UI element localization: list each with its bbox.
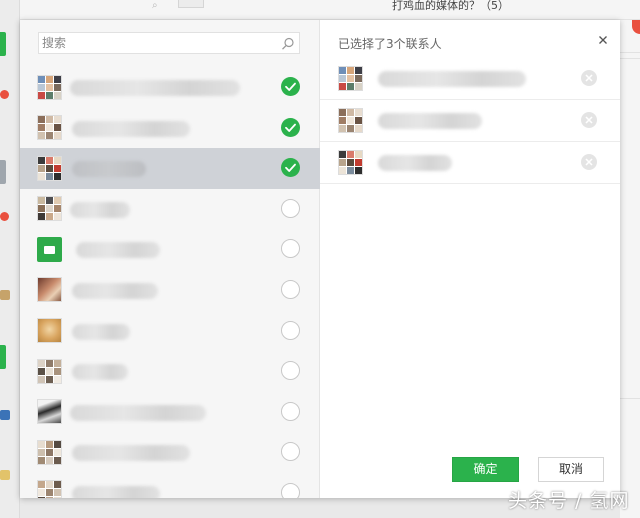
contact-name-obscured	[378, 71, 526, 87]
background-chat-area	[620, 20, 640, 518]
photo-avatar	[338, 108, 363, 133]
background-active-indicator	[0, 32, 6, 56]
group-avatar	[37, 480, 62, 498]
contact-name-obscured	[72, 485, 160, 498]
cancel-button[interactable]: 取消	[538, 457, 604, 482]
contact-name-obscured	[72, 445, 190, 462]
group-avatar	[338, 150, 363, 175]
confirm-button[interactable]: 确定	[452, 457, 519, 482]
contact-name-obscured	[72, 161, 146, 178]
unselected-check-icon[interactable]	[281, 482, 300, 498]
contact-row[interactable]	[20, 189, 320, 230]
selected-check-icon[interactable]	[281, 77, 300, 96]
selected-contact-row	[320, 142, 620, 184]
background-header: ⌕ 打鸡血的媒体的？（5）	[20, 0, 640, 20]
background-chat-title: 打鸡血的媒体的？（5）	[392, 0, 509, 12]
contact-row[interactable]	[20, 432, 320, 473]
close-icon[interactable]	[596, 33, 610, 47]
background-unread-dot	[0, 90, 9, 99]
contact-row[interactable]	[20, 270, 320, 311]
contact-name-obscured	[76, 242, 160, 259]
contact-list[interactable]	[20, 67, 320, 498]
remove-contact-icon[interactable]	[581, 70, 597, 86]
background-avatar-fragment	[0, 410, 10, 420]
photo-avatar	[37, 115, 62, 141]
background-search-icon: ⌕	[152, 0, 158, 11]
group-avatar	[37, 74, 62, 100]
divider	[620, 398, 640, 399]
search-icon[interactable]	[281, 37, 295, 51]
remove-contact-icon[interactable]	[581, 154, 597, 170]
remove-contact-icon[interactable]	[581, 112, 597, 128]
background-avatar-fragment	[0, 345, 6, 369]
unselected-check-icon[interactable]	[281, 361, 300, 381]
selected-contact-row	[320, 58, 620, 100]
photo-avatar	[37, 277, 62, 303]
background-unread-badge	[632, 20, 640, 34]
unselected-check-icon[interactable]	[281, 279, 300, 299]
contact-row[interactable]	[20, 311, 320, 352]
unselected-check-icon[interactable]	[281, 401, 300, 421]
group-avatar	[37, 439, 62, 465]
background-avatar-fragment	[0, 290, 10, 300]
contact-name-obscured	[72, 282, 158, 299]
background-unread-dot	[0, 212, 9, 221]
photo-avatar	[37, 399, 62, 425]
contact-name-obscured	[70, 80, 240, 96]
selected-contact-row	[320, 100, 620, 142]
photo-avatar	[37, 318, 62, 344]
background-sidebar	[0, 0, 20, 518]
unselected-check-icon[interactable]	[281, 320, 300, 340]
contact-row[interactable]	[20, 351, 320, 392]
unselected-check-icon[interactable]	[281, 239, 300, 259]
contact-picker-panel	[20, 20, 320, 498]
contact-name-obscured	[378, 113, 482, 129]
contact-name-obscured	[70, 201, 130, 218]
selected-contacts-panel: 已选择了3个联系人 确定 取消	[320, 20, 620, 498]
selected-check-icon[interactable]	[281, 158, 300, 178]
search-box	[38, 32, 300, 54]
divider	[620, 52, 640, 53]
background-avatar-fragment	[0, 470, 10, 480]
unselected-check-icon[interactable]	[281, 442, 300, 462]
divider	[620, 58, 640, 59]
contact-row[interactable]	[20, 67, 320, 108]
watermark-text: 头条号 / 氢网	[508, 490, 630, 512]
group-avatar	[338, 66, 363, 91]
unselected-check-icon[interactable]	[281, 198, 300, 218]
group-avatar	[37, 358, 62, 384]
contact-name-obscured	[378, 155, 452, 171]
group-avatar	[37, 155, 62, 181]
contact-name-obscured	[70, 404, 206, 421]
contact-name-obscured	[72, 364, 128, 381]
contact-row[interactable]	[20, 108, 320, 149]
selected-check-icon[interactable]	[281, 117, 300, 137]
group-avatar	[37, 196, 62, 222]
contact-name-obscured	[72, 120, 190, 137]
contact-row[interactable]	[20, 148, 320, 189]
contact-name-obscured	[72, 323, 130, 340]
background-highlight	[0, 160, 6, 184]
contact-row[interactable]	[20, 229, 320, 270]
background-add-button	[178, 0, 204, 8]
search-input[interactable]	[42, 35, 272, 51]
select-contacts-dialog: 已选择了3个联系人	[20, 20, 620, 498]
contact-row[interactable]	[20, 473, 320, 498]
selected-contact-list	[320, 58, 620, 184]
folder-icon	[37, 236, 62, 262]
selected-count-label: 已选择了3个联系人	[338, 37, 442, 51]
contact-row[interactable]	[20, 392, 320, 433]
